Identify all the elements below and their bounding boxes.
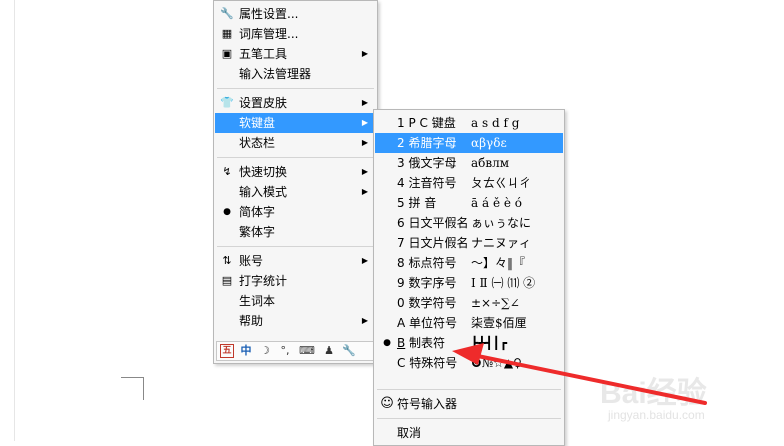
menu-item-dictionary[interactable]: ▦ 词库管理... — [215, 24, 376, 44]
soft-keyboard-math[interactable]: 0 数学符号 ±×÷∑∠ — [375, 293, 563, 313]
chinese-mode-icon[interactable]: 中 — [238, 343, 254, 359]
menu-item-account[interactable]: ⇅ 账号 ▶ — [215, 251, 376, 271]
submenu-arrow-icon: ▶ — [361, 118, 368, 127]
soft-keyboard-katakana[interactable]: 7 日文片假名 ナニヌァィ — [375, 233, 563, 253]
dictionary-icon: ▦ — [221, 27, 233, 40]
ime-context-menu: 🔧 属性设置... ▦ 词库管理... ▣ 五笔工具 ▶ 输入法管理器 👕 设置… — [213, 0, 378, 364]
menu-item-typing-stats[interactable]: ▤ 打字统计 — [215, 271, 376, 291]
statistics-icon: ▤ — [221, 274, 233, 287]
soft-keyboard-greek[interactable]: 2 希腊字母 αβγδε — [375, 133, 563, 153]
moon-icon[interactable]: ☽ — [257, 343, 273, 359]
submenu-arrow-icon: ▶ — [361, 187, 368, 196]
bullet-icon: ● — [223, 207, 231, 217]
soft-keyboard-ordinals[interactable]: 9 数字序号 Ⅰ Ⅱ ㈠ ⑾ ② — [375, 273, 563, 293]
submenu-arrow-icon: ▶ — [361, 138, 368, 147]
submenu-arrow-icon: ▶ — [361, 256, 368, 265]
soft-keyboard-pc[interactable]: 1 P C 键盘 a s d f g — [375, 113, 563, 133]
bullet-icon: ● — [383, 338, 391, 348]
submenu-arrow-icon: ▶ — [361, 49, 368, 58]
wrench-icon: 🔧 — [220, 7, 234, 20]
page-corner-mark — [121, 377, 144, 400]
menu-item-properties[interactable]: 🔧 属性设置... — [215, 4, 376, 24]
menu-separator — [217, 246, 374, 247]
wubi-logo-icon[interactable]: 五 — [220, 344, 234, 358]
wrench-icon[interactable]: 🔧 — [341, 343, 357, 359]
menu-item-status-bar[interactable]: 状态栏 ▶ — [215, 133, 376, 153]
soft-keyboard-pinyin[interactable]: 5 拼 音 ā á ě è ó — [375, 193, 563, 213]
menu-item-wubi-tools[interactable]: ▣ 五笔工具 ▶ — [215, 44, 376, 64]
menu-item-quick-switch[interactable]: ↯ 快速切换 ▶ — [215, 162, 376, 182]
menu-item-simplified[interactable]: ● 简体字 — [215, 202, 376, 222]
menu-item-help[interactable]: 帮助 ▶ — [215, 311, 376, 331]
punctuation-icon[interactable]: °, — [277, 343, 293, 359]
access-key: B — [397, 336, 406, 350]
menu-separator — [377, 418, 561, 419]
soft-keyboard-punctuation[interactable]: 8 标点符号 ～】々‖『 — [375, 253, 563, 273]
menu-item-skin[interactable]: 👕 设置皮肤 ▶ — [215, 93, 376, 113]
submenu-arrow-icon: ▶ — [361, 98, 368, 107]
soft-keyboard-russian[interactable]: 3 俄文字母 абвлм — [375, 153, 563, 173]
document-left-margin — [0, 0, 15, 441]
switch-icon: ↯ — [222, 165, 232, 178]
tools-icon: ▣ — [221, 47, 233, 60]
keyboard-icon[interactable]: ⌨ — [299, 343, 315, 359]
account-icon: ⇅ — [222, 254, 232, 267]
user-icon[interactable]: ♟ — [321, 343, 337, 359]
soft-keyboard-units[interactable]: A 单位符号 柒壹$佰厘 — [375, 313, 563, 333]
menu-item-vocabulary[interactable]: 生词本 — [215, 291, 376, 311]
soft-keyboard-zhuyin[interactable]: 4 注音符号 ㄆㄊㄍㄐㄔ — [375, 173, 563, 193]
annotation-arrow — [452, 343, 707, 405]
menu-item-input-mode[interactable]: 输入模式 ▶ — [215, 182, 376, 202]
submenu-arrow-icon: ▶ — [361, 167, 368, 176]
status-toolbar: 五 中 ☽ °, ⌨ ♟ 🔧 — [216, 341, 374, 361]
menu-item-soft-keyboard[interactable]: 软键盘 ▶ — [215, 113, 376, 133]
soft-keyboard-hiragana[interactable]: 6 日文平假名 ぁぃぅなに — [375, 213, 563, 233]
cancel-menu-item[interactable]: 取消 — [375, 423, 563, 443]
submenu-arrow-icon: ▶ — [361, 316, 368, 325]
menu-item-traditional[interactable]: 繁体字 — [215, 222, 376, 242]
menu-separator — [217, 157, 374, 158]
menu-separator — [217, 88, 374, 89]
annotation-arrow-shaft — [466, 352, 707, 405]
shirt-icon: 👕 — [220, 96, 234, 109]
menu-item-ime-manager[interactable]: 输入法管理器 — [215, 64, 376, 84]
annotation-arrow-head — [452, 343, 484, 365]
smiley-icon: ☺ — [380, 396, 394, 411]
